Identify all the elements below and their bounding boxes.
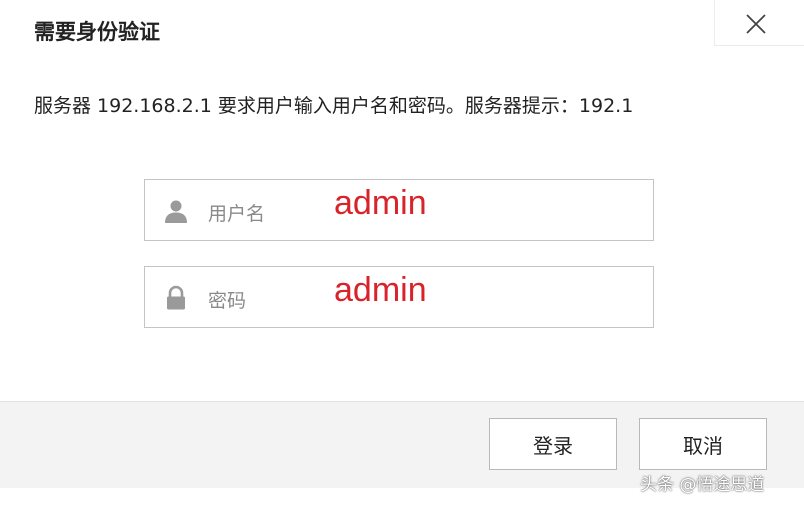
auth-message: 服务器 192.168.2.1 要求用户输入用户名和密码。服务器提示：192.1: [34, 95, 634, 117]
auth-dialog: 需要身份验证 服务器 192.168.2.1 要求用户输入用户名和密码。服务器提…: [0, 0, 804, 508]
password-field[interactable]: 密码 admin: [144, 266, 654, 328]
cancel-button[interactable]: 取消: [639, 418, 767, 470]
password-placeholder: 密码: [208, 290, 247, 312]
login-button[interactable]: 登录: [489, 418, 617, 470]
lock-icon: [167, 285, 185, 310]
close-button[interactable]: [744, 12, 768, 36]
username-value-annotation: admin: [334, 184, 427, 222]
watermark: 头条 @悟途思道: [640, 475, 765, 495]
close-icon: [746, 14, 766, 34]
username-placeholder: 用户名: [208, 203, 266, 225]
user-icon: [165, 200, 187, 223]
password-value-annotation: admin: [334, 271, 427, 309]
username-field[interactable]: 用户名 admin: [144, 179, 654, 241]
dialog-title: 需要身份验证: [34, 20, 160, 44]
